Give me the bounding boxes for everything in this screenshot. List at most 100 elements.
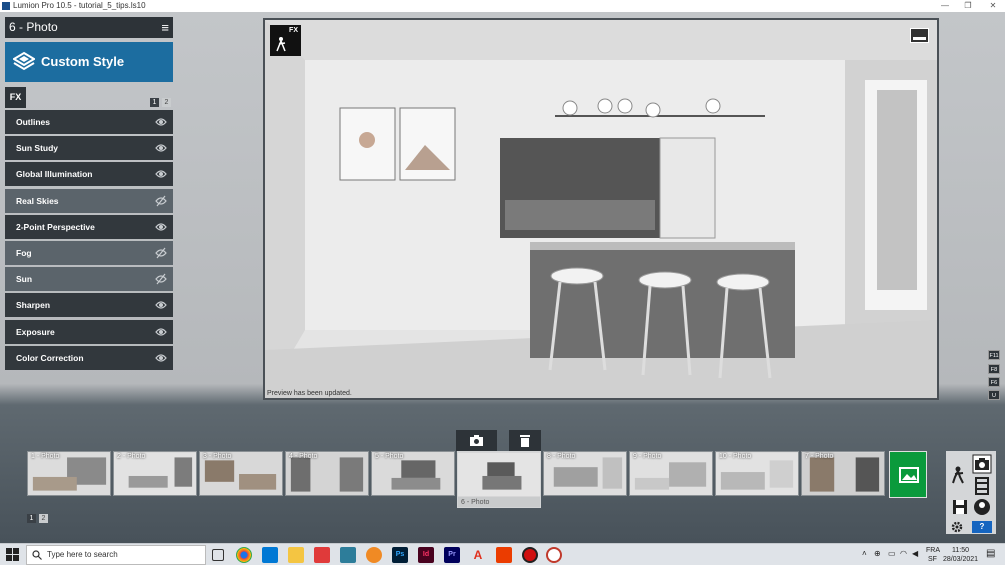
taskbar-search[interactable]: Type here to search: [26, 545, 206, 565]
delete-photo-tab[interactable]: [509, 430, 541, 451]
photo-thumb-6-selected[interactable]: 6 - Photo: [457, 451, 541, 508]
premiere-icon[interactable]: Pr: [444, 547, 460, 563]
menu-icon[interactable]: ≡: [161, 17, 169, 38]
maximize-button[interactable]: ❐: [958, 0, 978, 12]
effect-sun-study[interactable]: Sun Study: [5, 136, 173, 161]
photo-thumb-4[interactable]: 4 - Photo: [285, 451, 369, 496]
file-explorer-icon[interactable]: [288, 547, 304, 563]
tray-chevron-icon[interactable]: ˄: [862, 549, 867, 558]
red-app-icon[interactable]: [314, 547, 330, 563]
fx-badge[interactable]: FX: [270, 25, 301, 56]
photos-page-1[interactable]: 1: [27, 514, 36, 523]
take-photo-tab[interactable]: [456, 430, 497, 451]
fx-tab[interactable]: FX: [5, 87, 26, 108]
effects-page-1[interactable]: 1: [150, 98, 159, 107]
tray-wifi-icon[interactable]: ◠: [900, 549, 907, 558]
picture-icon: [899, 467, 919, 483]
photo-title-bar: 6 - Photo ≡: [5, 17, 173, 38]
effect-global-illumination[interactable]: Global Illumination: [5, 162, 173, 187]
effect-label: Exposure: [16, 326, 55, 337]
effect-2-point-perspective[interactable]: 2-Point Perspective: [5, 214, 173, 239]
eye-off-icon[interactable]: [155, 247, 167, 259]
build-mode-icon[interactable]: [950, 465, 970, 485]
adobe-acrobat-icon[interactable]: A: [470, 547, 486, 563]
photos-page-2[interactable]: 2: [39, 514, 48, 523]
indesign-icon[interactable]: Id: [418, 547, 434, 563]
effect-sharpen[interactable]: Sharpen: [5, 293, 173, 318]
movie-mode-icon[interactable]: [972, 476, 992, 496]
search-icon: [32, 550, 42, 560]
tray-battery-icon[interactable]: ▭: [888, 549, 896, 558]
blue-app-icon[interactable]: [340, 547, 356, 563]
custom-style-label: Custom Style: [41, 54, 125, 69]
custom-style-button[interactable]: Custom Style: [5, 42, 173, 82]
photoshop-icon[interactable]: Ps: [392, 547, 408, 563]
eye-icon[interactable]: [155, 221, 167, 233]
photo-thumb-8[interactable]: 8 - Photo: [543, 451, 627, 496]
photo-thumb-label: 4 - Photo: [289, 453, 318, 460]
panorama-mode-icon[interactable]: [972, 497, 992, 517]
effect-fog[interactable]: Fog: [5, 240, 173, 265]
photo-thumb-10[interactable]: 10 - Photo: [715, 451, 799, 496]
eye-off-icon[interactable]: [155, 195, 167, 207]
preview-frame: FX Preview has been updated.: [263, 18, 939, 400]
eye-icon[interactable]: [155, 326, 167, 338]
close-button[interactable]: ✕: [983, 0, 1003, 12]
effects-page-2[interactable]: 2: [162, 98, 171, 107]
effects-list: Outlines Sun Study Global Illumination R…: [5, 110, 173, 372]
effect-outlines[interactable]: Outlines: [5, 110, 173, 134]
tray-network-icon[interactable]: ⊕: [874, 549, 881, 558]
effect-exposure[interactable]: Exposure: [5, 319, 173, 344]
eye-icon[interactable]: [155, 116, 167, 128]
key-hint-f6[interactable]: F6: [988, 377, 1000, 387]
fullscreen-button[interactable]: [910, 28, 929, 43]
tray-volume-icon[interactable]: ◀: [912, 549, 918, 558]
eye-icon[interactable]: [155, 299, 167, 311]
key-hint-f8[interactable]: F8: [988, 364, 1000, 374]
eye-off-icon[interactable]: [155, 273, 167, 285]
photo-thumb-label: 3 - Photo: [203, 453, 232, 460]
kitchen-render-image: [265, 20, 937, 398]
minimize-button[interactable]: —: [935, 0, 955, 12]
tray-time[interactable]: 11:50: [952, 547, 969, 554]
effect-real-skies[interactable]: Real Skies: [5, 188, 173, 213]
notifications-icon[interactable]: ▤: [986, 548, 995, 559]
effect-label: Global Illumination: [16, 169, 93, 180]
settings-gear-icon[interactable]: [951, 521, 963, 533]
eye-icon[interactable]: [155, 168, 167, 180]
photo-thumb-2[interactable]: 2 - Photo: [113, 451, 197, 496]
effect-color-correction[interactable]: Color Correction: [5, 345, 173, 370]
windows-start-icon[interactable]: [6, 548, 20, 562]
save-icon[interactable]: [950, 497, 970, 517]
photo-thumb-7[interactable]: 7 - Photo: [801, 451, 885, 496]
photo-thumb-9[interactable]: 9 - Photo: [629, 451, 713, 496]
eye-icon[interactable]: [155, 352, 167, 364]
photo-thumb-label: 10 - Photo: [719, 453, 752, 460]
record-icon[interactable]: [522, 547, 538, 563]
effect-sun[interactable]: Sun: [5, 267, 173, 292]
windows-taskbar: Type here to search Ps Id Pr A ˄ ⊕ ▭ ◠ ◀…: [0, 543, 1005, 565]
photo-thumb-5[interactable]: 5 - Photo: [371, 451, 455, 496]
photo-mode-icon[interactable]: [972, 454, 992, 474]
photo-thumb-label: 7 - Photo: [805, 453, 834, 460]
add-photo-button[interactable]: [889, 451, 927, 498]
trash-icon: [520, 435, 530, 447]
photo-thumb-label: 6 - Photo: [461, 499, 490, 506]
chrome-icon[interactable]: [236, 547, 252, 563]
eye-icon[interactable]: [155, 142, 167, 154]
blender-icon[interactable]: [366, 547, 382, 563]
photo-thumb-1[interactable]: 1 - Photo: [27, 451, 111, 496]
mail-icon[interactable]: [262, 547, 278, 563]
tray-language[interactable]: FRA: [926, 547, 940, 554]
lumion-taskbar-icon[interactable]: [546, 547, 562, 563]
window-titlebar: Lumion Pro 10.5 - tutorial_5_tips.ls10 —…: [0, 0, 1005, 12]
render-preview[interactable]: FX Preview has been updated.: [265, 20, 937, 398]
task-view-icon[interactable]: [212, 549, 224, 561]
help-button[interactable]: ?: [972, 521, 992, 533]
photo-thumb-3[interactable]: 3 - Photo: [199, 451, 283, 496]
key-hint-f11[interactable]: F11: [988, 350, 1000, 360]
tray-date[interactable]: 28/03/2021: [943, 556, 978, 563]
mode-panel: ?: [946, 451, 996, 534]
key-hint-u[interactable]: U: [988, 390, 1000, 400]
office-icon[interactable]: [496, 547, 512, 563]
